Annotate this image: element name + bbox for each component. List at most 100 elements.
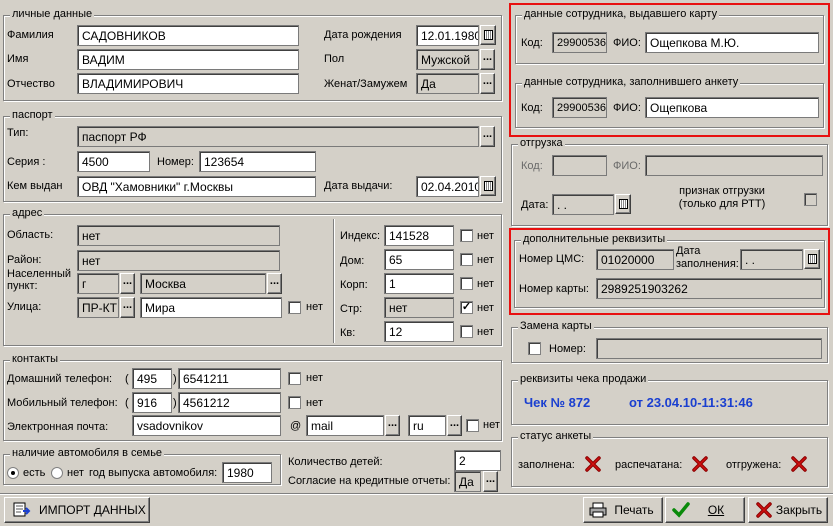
shipment-date-field: . . [552,194,614,215]
birth-field[interactable]: 12.01.1980 [416,25,479,46]
locality-label: Населенный пункт: [7,268,72,292]
shipment-code-field [552,155,607,176]
passport-type-label: Тип: [7,127,29,139]
issuer-fio-field[interactable]: Ощепкова М.Ю. [645,32,819,53]
email-domain-field[interactable]: mail [306,415,384,436]
street-none-checkbox[interactable] [288,301,301,314]
close-button[interactable]: Закрыть [748,497,828,523]
fill-date-calendar-button[interactable] [804,249,820,269]
status-shipped-label: отгружена: [726,459,782,471]
name-field[interactable]: ВАДИМ [77,49,299,70]
series-label: Серия : [7,156,46,168]
email-zone-field[interactable]: ru [408,415,446,436]
filler-code-label: Код: [521,102,543,114]
receipt-title: реквизиты чека продажи [518,373,649,385]
contacts-title: контакты [10,353,61,365]
home-code-field[interactable]: 495 [132,368,172,389]
email-none-checkbox[interactable] [466,419,479,432]
sex-label: Пол [324,53,345,65]
email-user-field[interactable]: vsadovnikov [132,415,281,436]
korp-none-label: нет [477,278,494,290]
mobile-number-field[interactable]: 4561212 [178,392,281,413]
home-none-checkbox[interactable] [288,372,301,385]
status-printed-label: распечатана: [615,459,683,471]
locality-button[interactable]: ... [267,273,282,294]
calendar-icon [808,254,817,264]
apt-none-checkbox[interactable] [460,325,473,338]
surname-field[interactable]: САДОВНИКОВ [77,25,299,46]
index-none-checkbox[interactable] [460,229,473,242]
issue-date-calendar-button[interactable] [480,176,496,196]
married-select-button[interactable]: ... [480,73,495,94]
korp-none-checkbox[interactable] [460,277,473,290]
home-none-label: нет [306,372,323,384]
str-none-checkbox[interactable]: ✓ [460,301,473,314]
home-number-field[interactable]: 6541211 [178,368,281,389]
children-label: Количество детей: [288,456,383,468]
card-number-label: Номер карты: [519,283,589,295]
status-filled-label: заполнена: [518,459,575,471]
import-icon [13,502,31,517]
issuer-title: данные сотрудника, выдавшего карту [522,8,720,20]
car-no-radio[interactable] [51,467,63,479]
street-none-label: нет [306,301,323,313]
car-year-label: год выпуска автомобиля: [89,467,218,479]
issue-date-field[interactable]: 02.04.2010 [416,176,479,197]
korp-label: Корп: [340,279,368,291]
street-field[interactable]: Мира [140,297,282,318]
shipment-title: отгрузка [518,137,565,149]
car-title: наличие автомобиля в семье [10,447,165,459]
credit-button[interactable]: ... [483,471,498,492]
sex-field: Мужской [416,49,479,70]
email-zone-button[interactable]: ... [447,415,462,436]
married-label: Женат/Замужем [324,78,408,90]
car-year-field[interactable]: 1980 [222,462,272,483]
shipment-date-calendar-button[interactable] [615,194,631,214]
mobile-code-field[interactable]: 916 [132,392,172,413]
korp-field[interactable]: 1 [384,273,454,294]
series-field[interactable]: 4500 [77,151,150,172]
ok-button[interactable]: ОК [665,497,745,523]
region-label: Область: [7,229,54,241]
issued-field[interactable]: ОВД "Хамовники" г.Москвы [77,176,316,197]
patronymic-field[interactable]: ВЛАДИМИРОВИЧ [77,73,299,94]
street-type-field: ПР-КТ [77,297,119,318]
street-label: Улица: [7,301,42,313]
import-data-button[interactable]: ИМПОРТ ДАННЫХ [4,497,150,523]
married-field: Да [416,73,479,94]
car-yes-label: есть [23,467,46,479]
print-button[interactable]: Печать [583,497,663,523]
close-icon [756,502,772,518]
children-field[interactable]: 2 [454,450,501,471]
replace-card-checkbox[interactable] [528,342,541,355]
mobile-none-checkbox[interactable] [288,396,301,409]
house-field[interactable]: 65 [384,249,454,270]
birth-calendar-button[interactable] [480,25,496,45]
index-field[interactable]: 141528 [384,225,454,246]
house-none-checkbox[interactable] [460,253,473,266]
district-label: Район: [7,254,42,266]
street-type-button[interactable]: ... [120,297,135,318]
passport-number-label: Номер: [157,156,194,168]
shipment-fio-field [645,155,823,176]
passport-number-field[interactable]: 123654 [199,151,316,172]
locality-type-button[interactable]: ... [120,273,135,294]
home-paren-open: ( [125,373,129,385]
apt-field[interactable]: 12 [384,321,454,342]
calendar-icon [619,199,628,209]
sex-select-button[interactable]: ... [480,49,495,70]
filler-fio-field[interactable]: Ощепкова [645,97,819,118]
replace-number-field [596,338,822,359]
car-yes-radio[interactable] [7,467,19,479]
home-phone-label: Домашний телефон: [7,373,113,385]
passport-type-button[interactable]: ... [480,126,495,147]
shipment-flag-checkbox[interactable] [804,193,817,206]
email-domain-button[interactable]: ... [385,415,400,436]
import-data-label: ИМПОРТ ДАННЫХ [39,503,146,517]
shipment-date-label: Дата: [521,199,549,211]
mobile-none-label: нет [306,397,323,409]
replace-title: Замена карты [518,320,594,332]
replace-number-label: Номер: [549,343,586,355]
status-printed-cross-icon [692,456,708,472]
house-none-label: нет [477,254,494,266]
